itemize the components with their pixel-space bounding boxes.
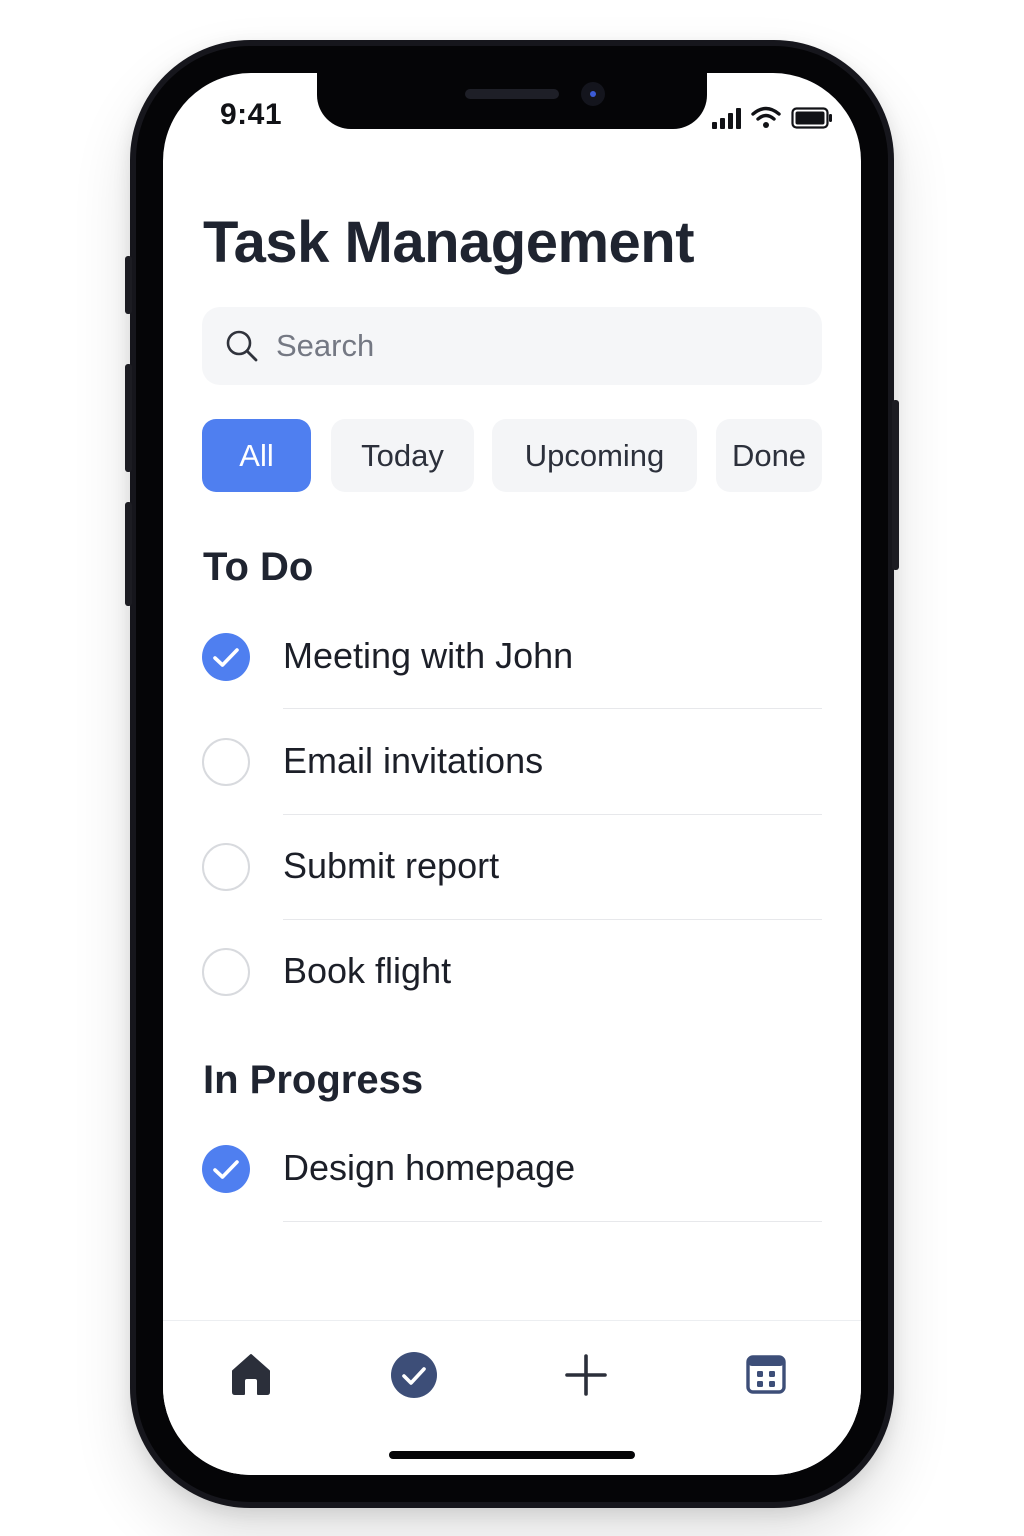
search-icon [226, 330, 258, 362]
tab-all[interactable]: All [202, 419, 311, 492]
status-icons [712, 103, 833, 129]
task-label: Email invitations [283, 740, 544, 781]
tab-done-label: Done [731, 437, 807, 473]
nav-add-button[interactable] [565, 1354, 607, 1396]
page-title: Task Management [203, 210, 695, 275]
task-checkbox-checked[interactable] [202, 633, 250, 681]
volume-up-button [125, 364, 132, 472]
tab-done[interactable]: Done [716, 419, 822, 492]
plus-icon [565, 1354, 607, 1396]
front-camera [581, 82, 605, 106]
filter-tabs: All Today Upcoming Done [202, 419, 822, 492]
status-time: 9:41 [220, 98, 283, 131]
wifi-icon [751, 106, 781, 128]
task-label: Design homepage [283, 1147, 576, 1188]
tab-today-label: Today [361, 437, 444, 473]
task-item-submit-report[interactable]: Submit report [202, 843, 822, 947]
task-label: Meeting with John [283, 635, 574, 676]
phone-screen: 9:41 Task Management Search All Today Up… [163, 73, 861, 1475]
battery-icon [791, 107, 832, 129]
task-checkbox-unchecked[interactable] [202, 738, 250, 786]
search-input[interactable] [276, 307, 796, 385]
checkmark-icon [213, 648, 239, 667]
section-title-to-do: To Do [203, 545, 314, 589]
home-indicator[interactable] [389, 1451, 635, 1459]
row-divider [283, 919, 822, 920]
nav-calendar-button[interactable] [746, 1354, 786, 1394]
power-button [892, 400, 899, 570]
task-checkbox-unchecked[interactable] [202, 948, 250, 996]
task-item-book-flight[interactable]: Book flight [202, 948, 822, 1052]
mute-switch [125, 256, 132, 314]
task-item-meeting-with-john[interactable]: Meeting with John [202, 633, 822, 737]
nav-tasks-button[interactable] [390, 1351, 438, 1399]
calendar-icon [746, 1355, 786, 1394]
nav-home-button[interactable] [229, 1351, 273, 1397]
tab-upcoming-label: Upcoming [524, 437, 665, 473]
section-title-in-progress: In Progress [203, 1058, 424, 1102]
notch [317, 73, 707, 129]
speaker-grille [465, 89, 559, 99]
task-label: Book flight [283, 950, 452, 991]
tab-today[interactable]: Today [331, 419, 474, 492]
volume-down-button [125, 502, 132, 606]
cellular-signal-icon [712, 107, 741, 129]
search-bar[interactable] [202, 307, 822, 385]
task-item-design-homepage[interactable]: Design homepage [202, 1145, 822, 1249]
check-circle-icon [391, 1352, 437, 1398]
tab-all-label: All [239, 437, 274, 473]
row-divider [283, 814, 822, 815]
checkmark-icon [213, 1160, 239, 1179]
tab-upcoming[interactable]: Upcoming [492, 419, 697, 492]
home-icon [232, 1354, 270, 1395]
task-item-email-invitations[interactable]: Email invitations [202, 738, 822, 842]
task-label: Submit report [283, 845, 500, 886]
task-checkbox-unchecked[interactable] [202, 843, 250, 891]
stage: 9:41 Task Management Search All Today Up… [0, 0, 1024, 1536]
row-divider [283, 1221, 822, 1222]
row-divider [283, 708, 822, 709]
task-checkbox-checked[interactable] [202, 1145, 250, 1193]
